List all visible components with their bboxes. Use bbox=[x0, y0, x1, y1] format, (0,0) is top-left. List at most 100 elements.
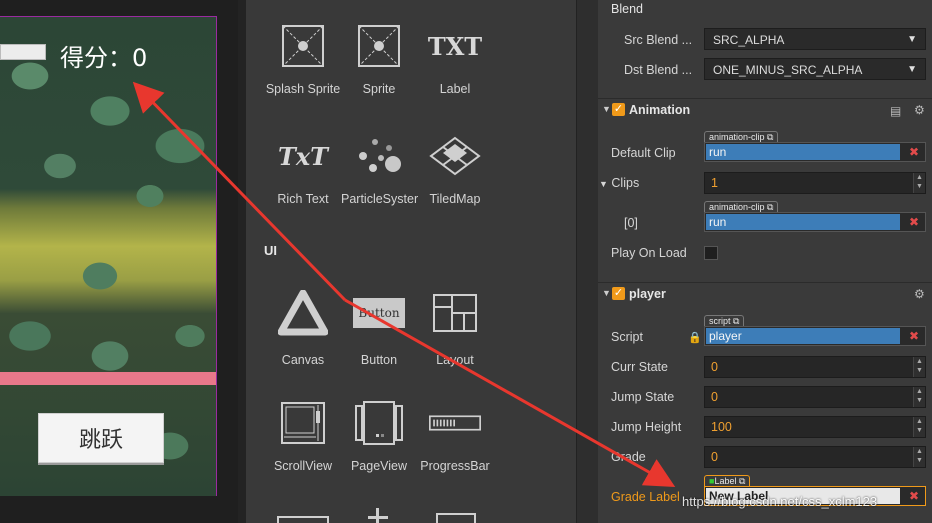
library-item-partial-icon[interactable] bbox=[436, 513, 476, 523]
jump-height-label: Jump Height bbox=[611, 420, 682, 434]
curr-state-input[interactable]: 0 ▲ ▼ bbox=[704, 356, 926, 378]
game-border bbox=[216, 16, 217, 496]
jump-height-input[interactable]: 100 ▲ ▼ bbox=[704, 416, 926, 438]
label-icon: TXT bbox=[428, 20, 482, 72]
library-item-label: Layout bbox=[436, 353, 474, 367]
dst-blend-dropdown[interactable]: ONE_MINUS_SRC_ALPHA ▼ bbox=[704, 58, 926, 80]
script-field[interactable]: script ⧉ player ✖ bbox=[704, 315, 926, 346]
library-item-splash-sprite[interactable]: Splash Sprite bbox=[265, 20, 341, 96]
clips-label[interactable]: ▼ Clips bbox=[599, 176, 639, 190]
player-enabled-checkbox[interactable]: ✓ bbox=[612, 287, 625, 300]
asset-type-tag: script ⧉ bbox=[704, 315, 745, 326]
clip0-field[interactable]: animation-clip ⧉ run ✖ bbox=[704, 201, 926, 232]
default-clip-value: run bbox=[706, 144, 900, 160]
library-item-particle-system[interactable]: ParticleSyster bbox=[341, 130, 418, 206]
scrollview-icon bbox=[277, 397, 329, 449]
library-item-pageview[interactable]: PageView bbox=[341, 397, 417, 473]
library-item-button[interactable]: Button Button bbox=[341, 287, 417, 367]
watermark: https://blog.csdn.net/css_xclm123 bbox=[682, 494, 878, 509]
library-item-rich-text[interactable]: TxT Rich Text bbox=[265, 130, 341, 207]
pageview-icon bbox=[353, 397, 405, 449]
script-label: Script bbox=[611, 330, 643, 344]
collapse-triangle-icon[interactable]: ▼ bbox=[602, 104, 611, 114]
player-title: player bbox=[629, 287, 666, 301]
game-border-top bbox=[0, 16, 217, 17]
particle-icon bbox=[353, 130, 405, 182]
animation-component-header[interactable]: ▼ ✓ Animation ▤ ⚙ bbox=[598, 98, 932, 122]
asset-field-frame: run ✖ bbox=[704, 142, 926, 162]
clear-icon[interactable]: ✖ bbox=[909, 145, 919, 159]
stepper-icon[interactable]: ▲ ▼ bbox=[913, 447, 925, 467]
stepper-icon[interactable]: ▲ ▼ bbox=[913, 417, 925, 437]
score-label: 得分：0 bbox=[60, 44, 148, 72]
splash-sprite-icon bbox=[277, 20, 329, 72]
clips-count-input[interactable]: 1 ▲ ▼ bbox=[704, 172, 926, 194]
grade-label-property-label: Grade Label bbox=[611, 490, 680, 504]
blend-header: Blend bbox=[611, 2, 643, 16]
button-icon-text: Button bbox=[353, 298, 405, 328]
canvas-icon bbox=[277, 287, 329, 339]
link-icon: ⧉ bbox=[738, 476, 746, 486]
collapse-triangle-icon[interactable]: ▼ bbox=[602, 288, 611, 298]
jump-button[interactable]: 跳跃 bbox=[38, 413, 164, 463]
asset-type-tag: animation-clip ⧉ bbox=[704, 131, 779, 142]
clear-icon[interactable]: ✖ bbox=[909, 489, 919, 503]
asset-field-frame: player ✖ bbox=[704, 326, 926, 346]
link-icon: ⧉ bbox=[767, 202, 774, 212]
player-component-header[interactable]: ▼ ✓ player ⚙ bbox=[598, 282, 932, 306]
animation-enabled-checkbox[interactable]: ✓ bbox=[612, 103, 625, 116]
layout-icon bbox=[429, 287, 481, 339]
jump-state-input[interactable]: 0 ▲ ▼ bbox=[704, 386, 926, 408]
library-item-label[interactable]: TXT Label bbox=[417, 20, 493, 97]
curr-state-label: Curr State bbox=[611, 360, 668, 374]
asset-type-tag: animation-clip ⧉ bbox=[704, 201, 779, 212]
play-on-load-label: Play On Load bbox=[611, 246, 687, 260]
sprite-icon bbox=[353, 20, 405, 72]
grade-input[interactable]: 0 ▲ ▼ bbox=[704, 446, 926, 468]
gear-icon[interactable]: ⚙ bbox=[914, 287, 925, 301]
panel-splitter[interactable] bbox=[576, 0, 598, 523]
clip0-label: [0] bbox=[624, 216, 638, 230]
inspector-panel: Blend Src Blend ... SRC_ALPHA ▼ Dst Blen… bbox=[598, 0, 932, 523]
library-item-scrollview[interactable]: ScrollView bbox=[265, 397, 341, 473]
clear-icon[interactable]: ✖ bbox=[909, 329, 919, 343]
library-item-sprite[interactable]: Sprite bbox=[341, 20, 417, 96]
library-item-label: Button bbox=[360, 353, 398, 367]
slider-icon-bar bbox=[368, 516, 388, 519]
script-value: player bbox=[706, 328, 900, 344]
progressbar-icon bbox=[429, 397, 481, 449]
ground-bar bbox=[0, 372, 216, 385]
lock-icon: 🔒 bbox=[688, 332, 702, 344]
src-blend-dropdown[interactable]: SRC_ALPHA ▼ bbox=[704, 28, 926, 50]
library-item-tiledmap[interactable]: TiledMap bbox=[417, 130, 493, 206]
stepper-icon[interactable]: ▲ ▼ bbox=[913, 387, 925, 407]
rich-text-icon: TxT bbox=[277, 130, 329, 182]
chevron-down-icon: ▼ bbox=[907, 34, 917, 45]
gear-icon[interactable]: ⚙ bbox=[914, 103, 925, 117]
link-icon: ⧉ bbox=[733, 316, 740, 326]
stepper-icon[interactable]: ▲ ▼ bbox=[913, 173, 925, 193]
expand-triangle-icon: ▼ bbox=[599, 179, 608, 189]
library-item-label: ProgressBar bbox=[420, 459, 490, 473]
animation-title: Animation bbox=[629, 103, 691, 117]
dst-blend-label: Dst Blend ... bbox=[624, 63, 693, 77]
link-icon: ⧉ bbox=[767, 132, 774, 142]
play-on-load-checkbox[interactable] bbox=[704, 246, 718, 260]
library-item-label: ScrollView bbox=[273, 459, 333, 473]
default-clip-field[interactable]: animation-clip ⧉ run ✖ bbox=[704, 131, 926, 162]
library-item-progressbar[interactable]: ProgressBar bbox=[417, 397, 493, 473]
help-doc-icon[interactable]: ▤ bbox=[890, 104, 901, 118]
library-item-label: TiledMap bbox=[429, 192, 481, 206]
clear-icon[interactable]: ✖ bbox=[909, 215, 919, 229]
game-preview: 得分：0 跳跃 bbox=[0, 0, 238, 523]
stepper-icon[interactable]: ▲ ▼ bbox=[913, 357, 925, 377]
jump-state-label: Jump State bbox=[611, 390, 675, 404]
library-item-canvas[interactable]: Canvas bbox=[265, 287, 341, 367]
panel-splitter[interactable] bbox=[238, 0, 246, 523]
button-icon: Button bbox=[353, 287, 405, 339]
library-item-partial-icon[interactable] bbox=[277, 516, 329, 523]
library-section-ui: UI bbox=[264, 243, 277, 258]
editor-screen: 得分：0 跳跃 Splash Sprite Sprite TXT Label T… bbox=[0, 0, 932, 523]
clip0-value: run bbox=[706, 214, 900, 230]
library-item-layout[interactable]: Layout bbox=[417, 287, 493, 367]
